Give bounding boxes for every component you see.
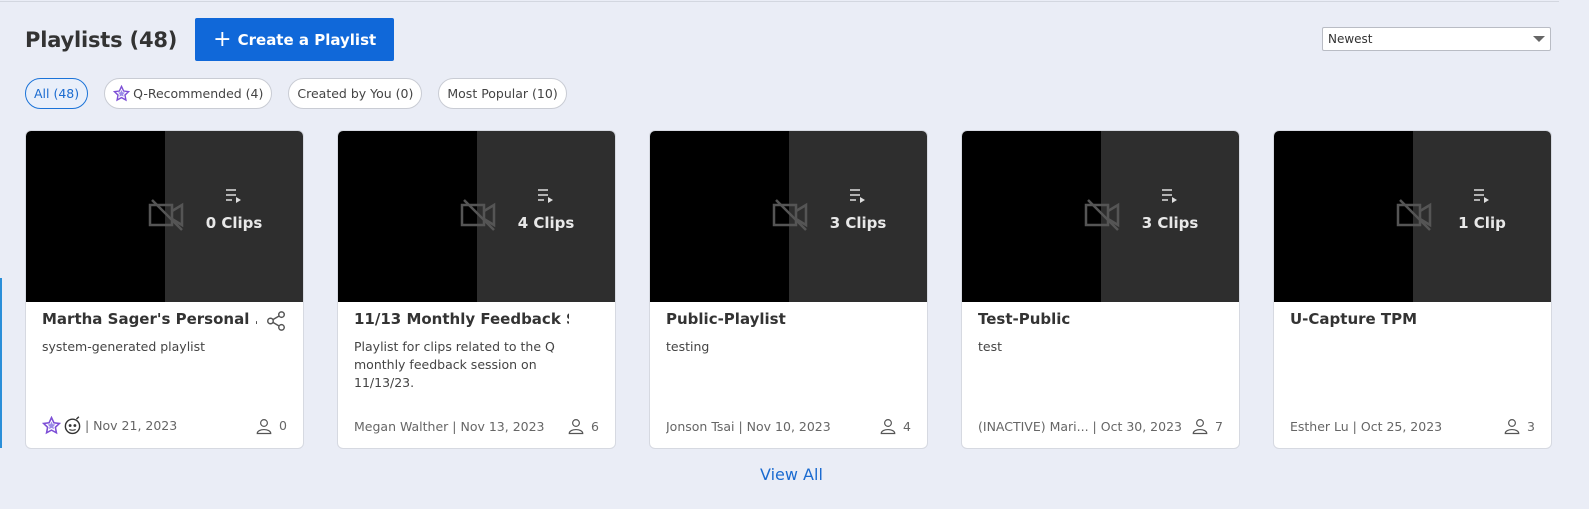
playlist-card[interactable]: 3 Clips Public-Playlist testing Jonson T… bbox=[649, 130, 928, 449]
playlist-icon bbox=[1162, 189, 1177, 203]
view-all-link[interactable]: View All bbox=[760, 465, 823, 484]
playlist-thumbnail[interactable]: 1 Clip bbox=[1274, 131, 1551, 302]
sort-selected-value: Newest bbox=[1328, 32, 1373, 46]
no-video-icon bbox=[1396, 199, 1432, 231]
filter-chip-label: Created by You (0) bbox=[297, 86, 414, 101]
page-title: Playlists (48) bbox=[25, 27, 178, 52]
sort-select[interactable]: Newest bbox=[1322, 27, 1551, 51]
playlist-footer: Megan Walther | Nov 13, 2023 6 bbox=[354, 417, 599, 435]
playlist-footer: (INACTIVE) Mari... | Oct 30, 2023 7 bbox=[978, 417, 1223, 435]
playlist-meta: (INACTIVE) Mari... | Oct 30, 2023 bbox=[978, 418, 1182, 434]
no-video-icon bbox=[772, 199, 808, 231]
chevron-down-icon bbox=[1533, 36, 1545, 42]
user-icon bbox=[880, 419, 896, 435]
filter-chip-all[interactable]: All (48) bbox=[25, 78, 89, 109]
playlist-meta: Jonson Tsai | Nov 10, 2023 bbox=[666, 418, 831, 434]
follower-count: 3 bbox=[1527, 418, 1535, 434]
user-icon bbox=[256, 418, 272, 434]
follower-count: 6 bbox=[591, 418, 599, 434]
playlist-card[interactable]: 3 Clips Test-Public test (INACTIVE) Mari… bbox=[961, 130, 1240, 449]
playlist-card[interactable]: 4 Clips 11/13 Monthly Feedback S... Play… bbox=[337, 130, 616, 449]
bot-avatar-icon bbox=[64, 416, 81, 435]
playlist-icon bbox=[226, 189, 241, 203]
playlist-meta: Esther Lu | Oct 25, 2023 bbox=[1290, 418, 1443, 434]
playlist-meta: | Nov 21, 2023 bbox=[85, 418, 178, 433]
clips-count: 4 Clips bbox=[517, 214, 575, 232]
playlist-title[interactable]: Public-Playlist bbox=[666, 310, 881, 328]
playlist-thumbnail[interactable]: 4 Clips bbox=[338, 131, 615, 302]
playlist-card[interactable]: 0 Clips Martha Sager's Personal ... syst… bbox=[25, 130, 304, 449]
filter-chip-most-popular[interactable]: Most Popular (10) bbox=[438, 78, 567, 109]
playlist-title[interactable]: U-Capture TPM bbox=[1290, 310, 1505, 328]
plus-icon: + bbox=[213, 26, 232, 52]
filter-chip-label: Q-Recommended (4) bbox=[133, 86, 264, 101]
filter-chip-q-recommended[interactable]: Q-Recommended (4) bbox=[104, 78, 273, 109]
playlist-description: test bbox=[978, 339, 1003, 354]
playlist-card[interactable]: 1 Clip U-Capture TPM Esther Lu | Oct 25,… bbox=[1273, 130, 1552, 449]
no-video-icon bbox=[460, 199, 496, 231]
playlist-title[interactable]: Martha Sager's Personal ... bbox=[42, 310, 257, 328]
top-divider bbox=[0, 0, 1559, 2]
playlists-header: Playlists (48) + Create a Playlist bbox=[25, 18, 395, 61]
playlist-footer: | Nov 21, 2023 0 bbox=[42, 416, 287, 435]
playlist-description: Playlist for clips related to the Q mont… bbox=[354, 339, 555, 390]
playlist-icon bbox=[850, 189, 865, 203]
create-playlist-label: Create a Playlist bbox=[237, 30, 377, 49]
playlist-cards: 0 Clips Martha Sager's Personal ... syst… bbox=[25, 130, 1552, 449]
filter-chip-label: Most Popular (10) bbox=[447, 86, 558, 101]
playlist-title[interactable]: Test-Public bbox=[978, 310, 1193, 328]
follower-count: 0 bbox=[279, 418, 287, 433]
playlist-description: testing bbox=[666, 339, 710, 354]
user-icon bbox=[568, 419, 584, 435]
star-icon bbox=[42, 416, 61, 435]
left-edge-accent bbox=[0, 278, 2, 448]
follower-count: 7 bbox=[1215, 418, 1223, 434]
filter-chip-label: All (48) bbox=[34, 86, 80, 101]
playlist-icon bbox=[538, 189, 553, 203]
playlist-footer: Esther Lu | Oct 25, 2023 3 bbox=[1290, 417, 1535, 435]
clips-count: 1 Clip bbox=[1458, 214, 1506, 232]
user-icon bbox=[1504, 419, 1520, 435]
playlist-thumbnail[interactable]: 3 Clips bbox=[650, 131, 927, 302]
create-playlist-button[interactable]: + Create a Playlist bbox=[195, 18, 395, 61]
user-icon bbox=[1192, 419, 1208, 435]
playlist-meta: Megan Walther | Nov 13, 2023 bbox=[354, 418, 545, 434]
playlist-footer: Jonson Tsai | Nov 10, 2023 4 bbox=[666, 417, 911, 435]
no-video-icon bbox=[148, 199, 184, 231]
filter-chip-created-by-you[interactable]: Created by You (0) bbox=[288, 78, 423, 109]
clips-count: 0 Clips bbox=[205, 214, 263, 232]
playlist-thumbnail[interactable]: 0 Clips bbox=[26, 131, 303, 302]
share-icon[interactable] bbox=[265, 310, 287, 332]
playlist-description: system-generated playlist bbox=[42, 339, 206, 354]
no-video-icon bbox=[1084, 199, 1120, 231]
playlist-thumbnail[interactable]: 3 Clips bbox=[962, 131, 1239, 302]
filter-chips: All (48) Q-Recommended (4) Created by Yo… bbox=[25, 78, 567, 109]
playlist-icon bbox=[1474, 189, 1489, 203]
clips-count: 3 Clips bbox=[829, 214, 887, 232]
clips-count: 3 Clips bbox=[1141, 214, 1199, 232]
follower-count: 4 bbox=[903, 418, 911, 434]
star-icon bbox=[113, 85, 131, 102]
playlist-title[interactable]: 11/13 Monthly Feedback S... bbox=[354, 310, 569, 328]
